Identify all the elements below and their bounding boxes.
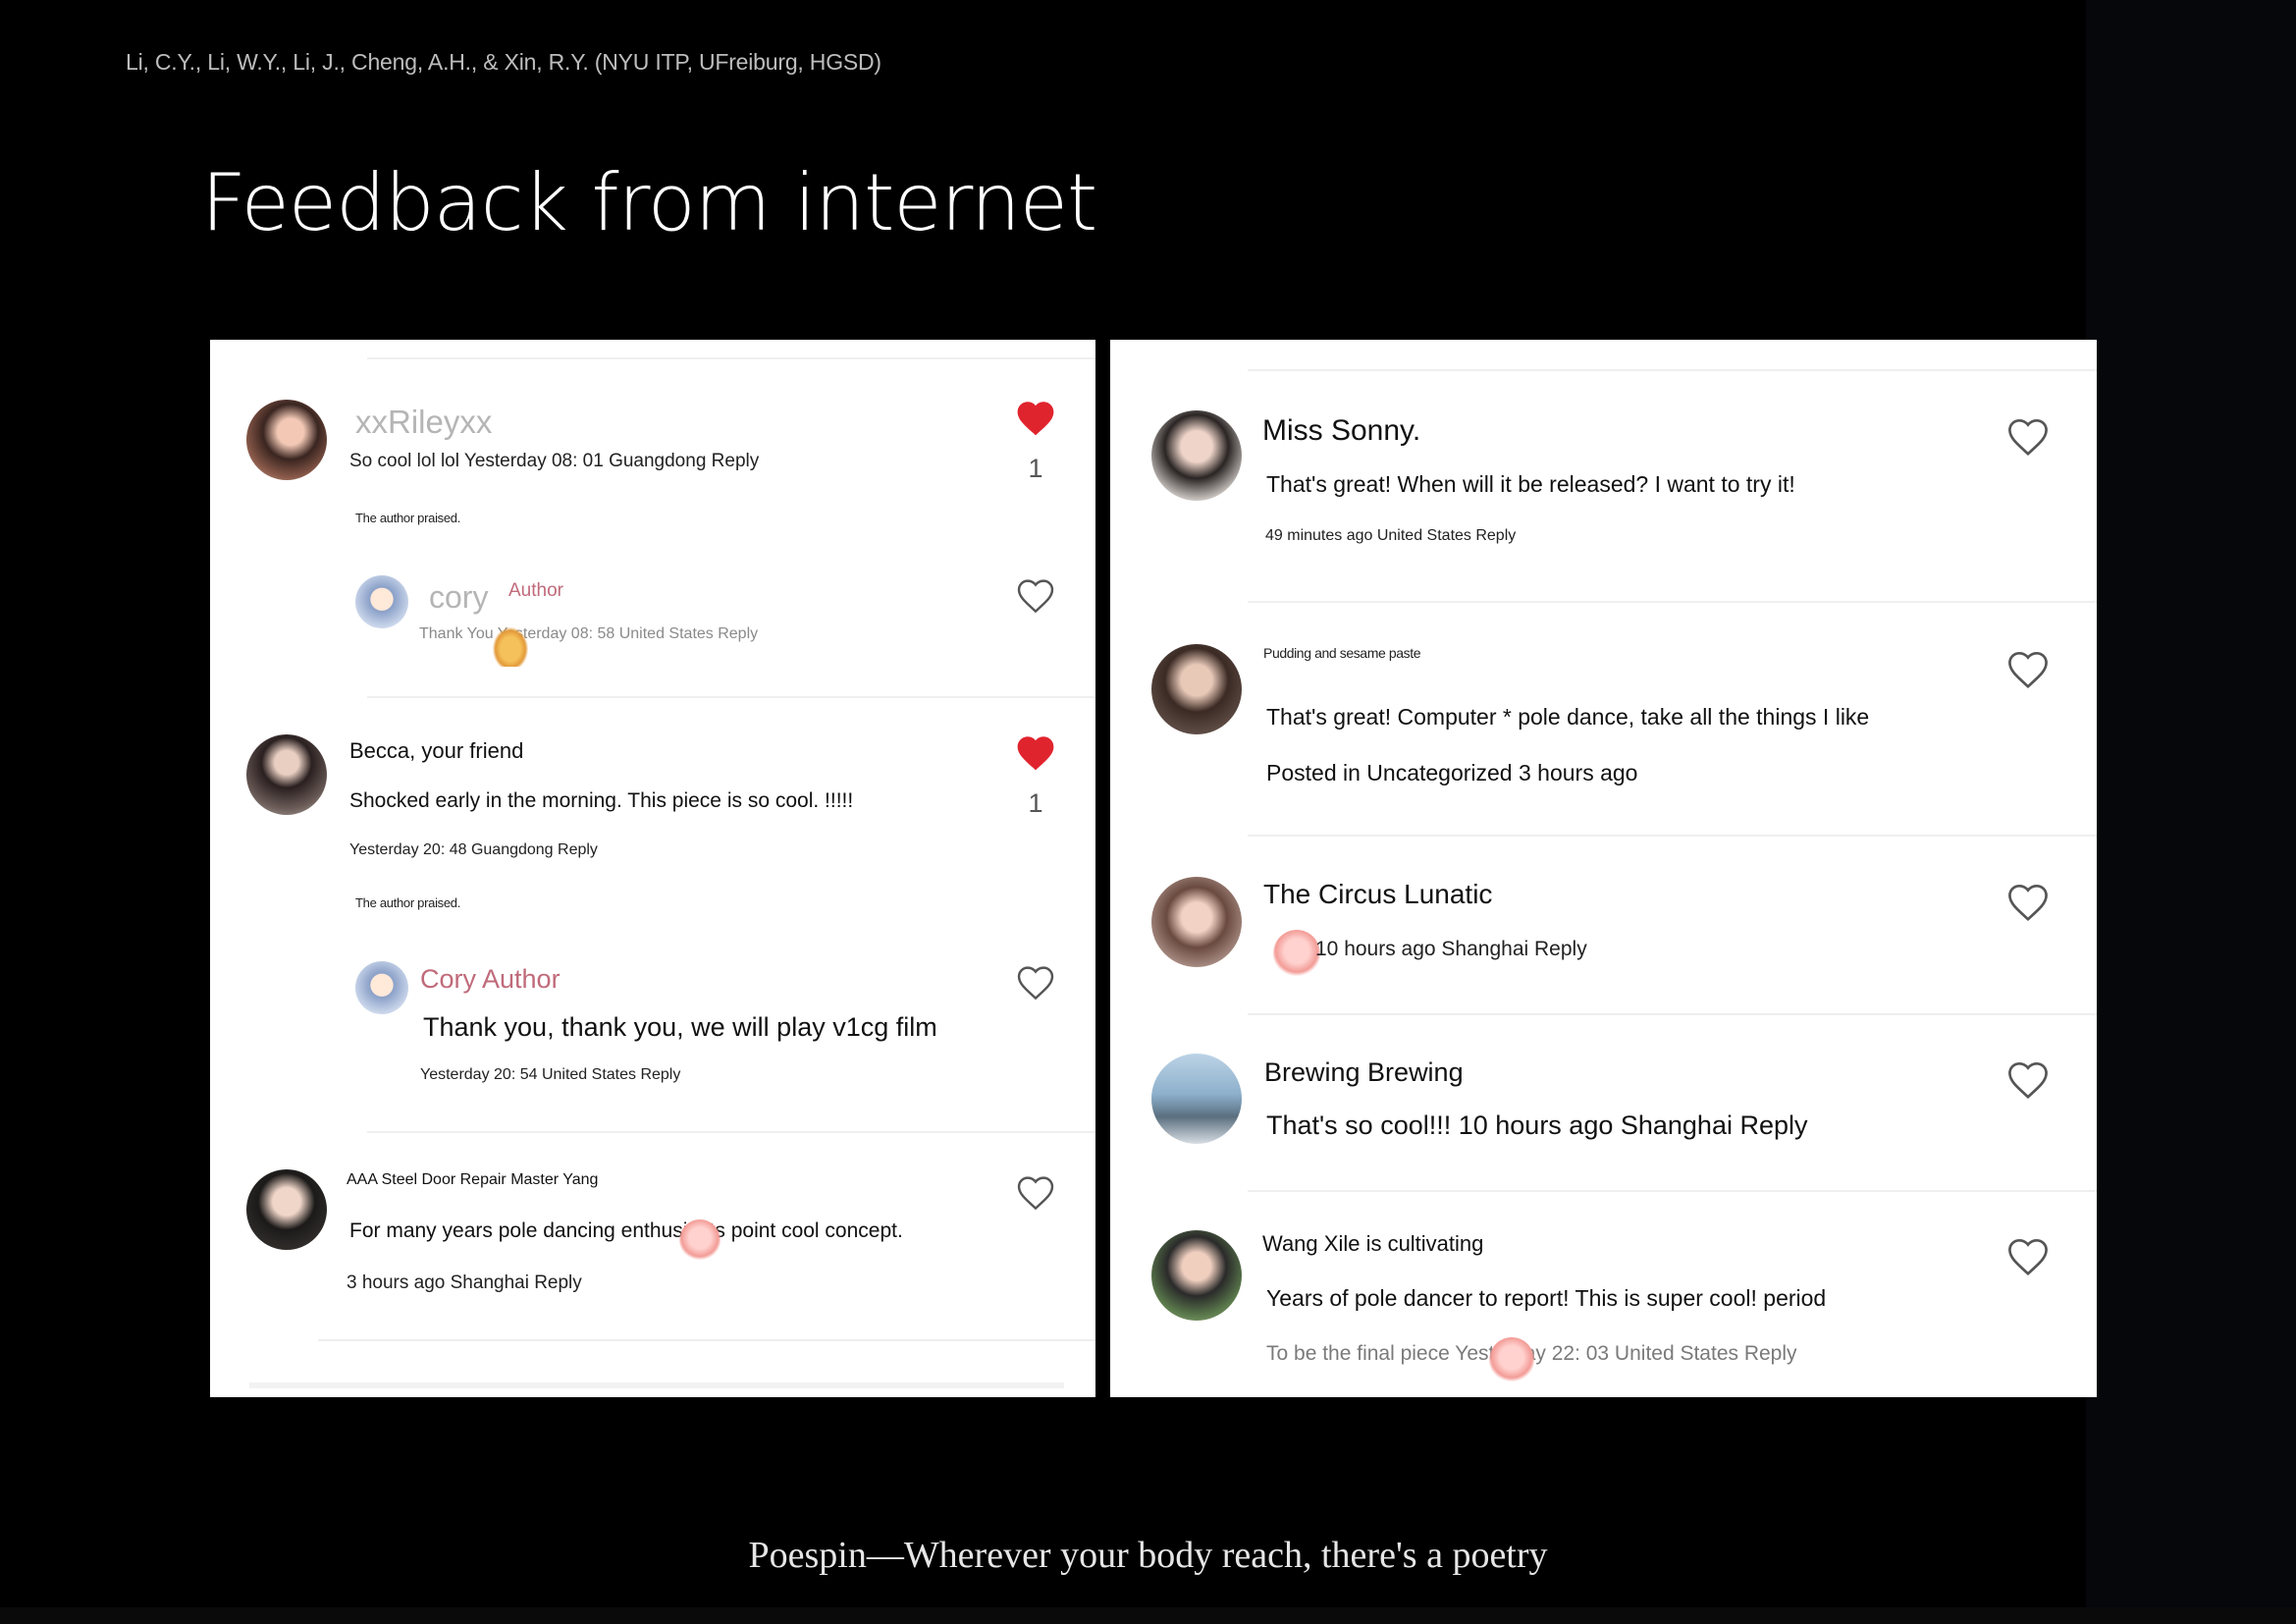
divider <box>367 357 1095 359</box>
avatar[interactable] <box>355 961 408 1014</box>
avatar[interactable] <box>355 575 408 628</box>
divider <box>1248 835 2097 837</box>
comment-username[interactable]: AAA Steel Door Repair Master Yang <box>347 1171 598 1189</box>
comment-meta: Posted in Uncategorized 3 hours ago <box>1266 760 1638 785</box>
emoji-sticker-icon <box>1273 930 1320 977</box>
author-badge: Author <box>508 580 563 601</box>
avatar[interactable] <box>1151 877 1242 967</box>
heart-outline-icon[interactable] <box>2005 647 2051 690</box>
comment-username[interactable]: Brewing Brewing <box>1264 1057 1464 1088</box>
like-count: 1 <box>1028 454 1043 483</box>
comment-meta: 10 hours ago Shanghai Reply <box>1315 938 1587 960</box>
divider <box>367 1131 1095 1133</box>
avatar[interactable] <box>246 1169 327 1250</box>
avatar[interactable] <box>1151 410 1242 501</box>
comment-text: That's so cool!!! 10 hours ago Shanghai … <box>1266 1110 1808 1140</box>
like-count: 1 <box>1028 788 1043 818</box>
avatar[interactable] <box>1151 1230 1242 1321</box>
comment-username[interactable]: The Circus Lunatic <box>1263 879 1492 910</box>
comments-screenshot-left: xxRileyxx So cool lol lol Yesterday 08: … <box>210 340 1095 1397</box>
avatar[interactable] <box>1151 1054 1242 1144</box>
author-praised-note: The author praised. <box>355 895 461 910</box>
comment-username[interactable]: xxRileyxx <box>355 404 492 441</box>
heart-outline-icon[interactable] <box>1015 575 1056 615</box>
comment-text: Years of pole dancer to report! This is … <box>1266 1285 1827 1311</box>
background-shade <box>2086 0 2296 1624</box>
reply-username[interactable]: cory <box>429 579 488 616</box>
reply-text: Thank you, thank you, we will play v1cg … <box>423 1012 937 1042</box>
heart-outline-icon[interactable] <box>2005 414 2051 458</box>
divider <box>1248 601 2097 603</box>
divider <box>1248 1190 2097 1192</box>
tagline: Poespin—Wherever your body reach, there'… <box>748 1535 1548 1576</box>
comment-username[interactable]: Wang Xile is cultivating <box>1262 1231 1483 1257</box>
heart-outline-icon[interactable] <box>2005 1057 2051 1101</box>
author-credit: Li, C.Y., Li, W.Y., Li, J., Cheng, A.H.,… <box>126 49 881 75</box>
heart-filled-icon[interactable] <box>1015 732 1056 772</box>
comment-text: For many years pole dancing enthusiasts … <box>349 1219 903 1242</box>
comment-username[interactable]: Miss Sonny. <box>1262 414 1420 448</box>
divider <box>1248 1013 2097 1015</box>
comment-text: That's great! When will it be released? … <box>1266 471 1795 497</box>
heart-outline-icon[interactable] <box>2005 880 2051 923</box>
emoji-sticker-icon <box>1489 1337 1534 1382</box>
heart-outline-icon[interactable] <box>2005 1234 2051 1277</box>
emoji-sticker-icon <box>679 1219 721 1261</box>
divider <box>1248 369 2097 371</box>
reply-meta: Yesterday 20: 54 United States Reply <box>420 1066 681 1083</box>
comment-username[interactable]: Pudding and sesame paste <box>1263 645 1420 661</box>
comment-text: So cool lol lol Yesterday 08: 01 Guangdo… <box>349 451 760 471</box>
comment-username[interactable]: Becca, your friend <box>349 738 523 764</box>
heart-filled-icon[interactable] <box>1015 398 1056 437</box>
reply-username[interactable]: Cory Author <box>420 964 561 995</box>
comment-meta: 49 minutes ago United States Reply <box>1265 527 1517 544</box>
divider <box>367 696 1095 698</box>
avatar[interactable] <box>1151 644 1242 734</box>
comment-meta: 3 hours ago Shanghai Reply <box>347 1272 582 1293</box>
heart-outline-icon[interactable] <box>1015 1172 1056 1212</box>
emoji-sticker-icon <box>493 627 528 667</box>
avatar[interactable] <box>246 734 327 815</box>
comment-text: Shocked early in the morning. This piece… <box>349 789 854 812</box>
reply-text: Thank You Yesterday 08: 58 United States… <box>419 625 759 642</box>
background-shade-bottom <box>0 1607 2296 1624</box>
divider <box>249 1382 1064 1388</box>
heart-outline-icon[interactable] <box>1015 962 1056 1001</box>
avatar[interactable] <box>246 400 327 480</box>
comment-meta: Yesterday 20: 48 Guangdong Reply <box>349 841 598 858</box>
divider <box>318 1339 1095 1341</box>
comments-screenshot-right: Miss Sonny. That's great! When will it b… <box>1110 340 2097 1397</box>
comment-text: That's great! Computer * pole dance, tak… <box>1266 704 1870 730</box>
author-praised-note: The author praised. <box>355 511 461 525</box>
slide-title: Feedback from internet <box>201 157 1097 248</box>
